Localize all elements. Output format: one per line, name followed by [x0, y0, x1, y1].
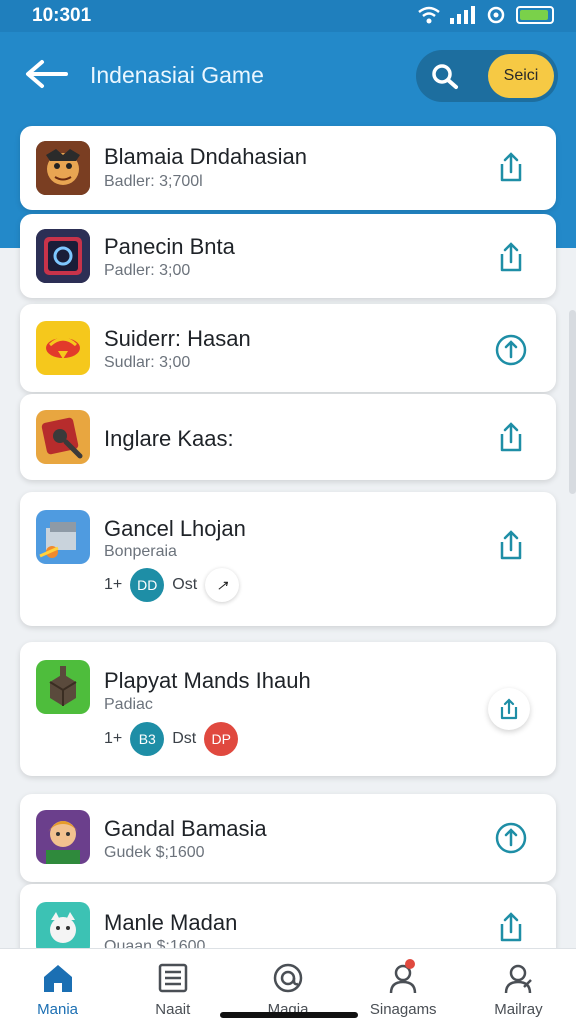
- meta-text: Ost: [172, 576, 198, 593]
- app-icon: [36, 321, 90, 375]
- app-icon: [36, 141, 90, 195]
- share-icon: [500, 242, 522, 272]
- app-name: Inglare Kaas:: [104, 426, 234, 451]
- wifi-icon: [418, 6, 440, 24]
- app-subtitle: Sudlar: 3;00: [104, 354, 191, 371]
- arrow-left-icon: [26, 60, 68, 88]
- app-icon: [36, 660, 90, 714]
- app-name: Manle Madan: [104, 910, 238, 935]
- at-icon: [273, 963, 303, 993]
- home-indicator[interactable]: [220, 1012, 358, 1018]
- app-name: Gandal Bamasia: [104, 816, 267, 841]
- app-name: Blamaia Dndahasian: [104, 144, 308, 169]
- status-time: 10:301: [32, 5, 92, 26]
- status-bar: 10:301: [0, 0, 576, 32]
- app-card[interactable]: Plapyat Mands Ihauh Padiac 1+ B3 Dst DP: [20, 642, 556, 776]
- app-card[interactable]: Blamaia Dndahasian Badler: 3;700l: [20, 126, 556, 210]
- app-name: Suiderr: Hasan: [104, 326, 251, 351]
- nav-label: Sinagams: [369, 1001, 437, 1018]
- share-button[interactable]: [494, 332, 528, 368]
- app-card[interactable]: Gancel Lhojan Bonperaia 1+ DD Ost ↗: [20, 492, 556, 626]
- nav-label: Naait: [155, 1001, 191, 1018]
- meta-count: 1+: [104, 576, 123, 593]
- app-card[interactable]: Suiderr: Hasan Sudlar: 3;00: [20, 304, 556, 392]
- share-icon: [500, 530, 522, 560]
- share-button[interactable]: [494, 420, 528, 456]
- meta-badge[interactable]: DD: [130, 568, 165, 602]
- sync-icon: [487, 6, 505, 24]
- signal-icon: [450, 6, 475, 24]
- app-header: Indenasiai Game Seici: [0, 32, 576, 118]
- search-icon: [432, 64, 458, 89]
- app-icon: [36, 510, 90, 564]
- nav-label: Mailray: [494, 1001, 543, 1018]
- app-subtitle: Padiac: [104, 696, 153, 713]
- select-button[interactable]: Seici: [488, 54, 554, 98]
- app-meta-row: 1+ DD Ost ↗: [104, 568, 240, 602]
- nav-item-home[interactable]: Mania: [0, 949, 115, 1024]
- share-button[interactable]: [488, 688, 530, 730]
- user-alert-icon: [389, 964, 417, 994]
- battery-icon: [516, 6, 554, 24]
- share-icon: [500, 912, 522, 942]
- app-name: Gancel Lhojan: [104, 516, 246, 541]
- app-subtitle: Bonperaia: [104, 543, 177, 560]
- app-subtitle: Padler: 3;00: [104, 262, 191, 279]
- app-name: Plapyat Mands Ihauh: [104, 668, 311, 693]
- page-title: Indenasiai Game: [90, 62, 264, 88]
- meta-badge[interactable]: DP: [204, 722, 239, 756]
- app-name: Panecin Bnta: [104, 234, 235, 259]
- share-button[interactable]: [494, 528, 528, 564]
- notification-dot: [404, 959, 415, 969]
- back-button[interactable]: [22, 54, 70, 94]
- share-button[interactable]: [494, 150, 528, 186]
- meta-badge[interactable]: ↗: [205, 568, 240, 602]
- meta-text: Dst: [172, 730, 197, 747]
- share-button[interactable]: [494, 820, 528, 856]
- app-card[interactable]: Gandal Bamasia Gudek $;1600: [20, 794, 556, 882]
- app-icon: [36, 810, 90, 864]
- nav-item-list[interactable]: Naait: [115, 949, 230, 1024]
- nav-item-sinagams[interactable]: Sinagams: [346, 949, 461, 1024]
- list-icon: [158, 963, 188, 993]
- nav-item-mailray[interactable]: Mailray: [461, 949, 576, 1024]
- app-icon: [36, 410, 90, 464]
- app-meta-row: 1+ B3 Dst DP: [104, 722, 239, 756]
- scrollbar[interactable]: [569, 310, 576, 494]
- share-icon: [500, 698, 518, 720]
- nav-label: Mania: [37, 1001, 79, 1018]
- search-group: Seici: [416, 50, 558, 102]
- meta-count: 1+: [104, 730, 123, 747]
- app-card[interactable]: Panecin Bnta Padler: 3;00: [20, 214, 556, 298]
- app-card[interactable]: Inglare Kaas:: [20, 394, 556, 480]
- app-icon: [36, 229, 90, 283]
- status-icons: [418, 6, 554, 24]
- app-subtitle: Badler: 3;700l: [104, 173, 203, 190]
- app-subtitle: Gudek $;1600: [104, 844, 205, 861]
- share-icon: [495, 822, 527, 854]
- share-button[interactable]: [494, 910, 528, 946]
- user-edit-icon: [505, 964, 533, 994]
- search-button[interactable]: [430, 62, 460, 90]
- home-icon: [43, 965, 72, 992]
- share-button[interactable]: [494, 240, 528, 276]
- share-icon: [500, 152, 522, 182]
- share-icon: [500, 422, 522, 452]
- meta-badge[interactable]: B3: [130, 722, 165, 756]
- share-icon: [495, 334, 527, 366]
